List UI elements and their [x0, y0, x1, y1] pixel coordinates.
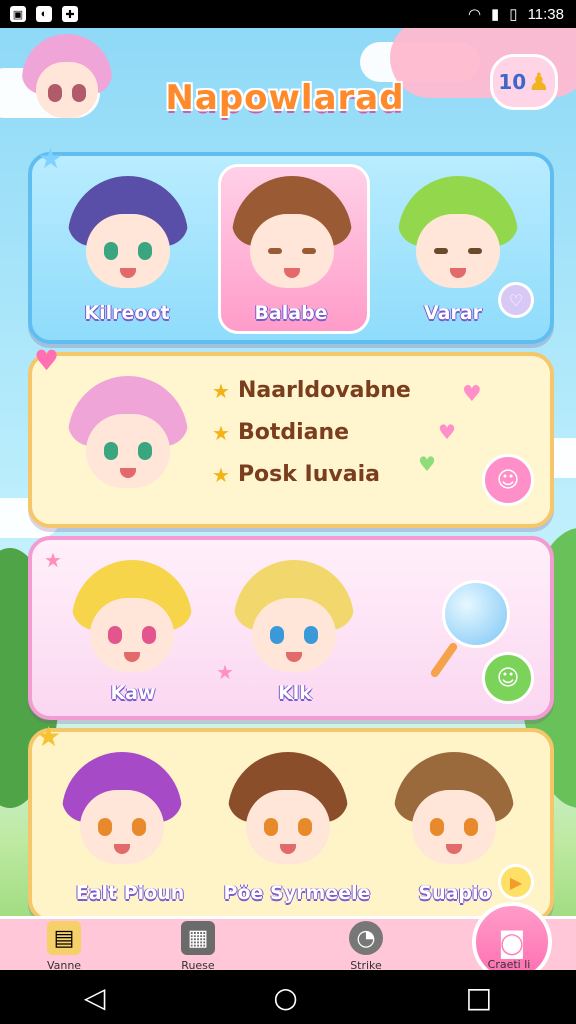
home-icon[interactable]: ○: [273, 981, 297, 1014]
heart-icon: ♥: [438, 420, 456, 444]
gauge-icon: ◔: [349, 921, 383, 955]
character-select-card: Kilreoot Balabe Varar ♡ ★: [28, 142, 554, 344]
next-arrow-button[interactable]: ▶: [498, 864, 534, 900]
mascot-avatar: [22, 34, 112, 124]
character-avatar[interactable]: [398, 176, 518, 296]
star-icon: ★: [36, 720, 62, 753]
heart-icon: ♥: [462, 382, 482, 407]
nav-item-gauge[interactable]: ◔ Strike: [326, 921, 406, 970]
app-notification-icon: ◐: [36, 6, 52, 22]
nav-item-notebook[interactable]: ▤ Vanne: [24, 921, 104, 970]
recents-icon[interactable]: □: [466, 981, 492, 1014]
character-group-card: Ealt Pioun Pöe Syrmeele Suapio ▶ ★: [28, 720, 554, 922]
character-pair-card: Kaw Klk ☺ ★ ★: [28, 536, 554, 720]
character-avatar[interactable]: [68, 176, 188, 296]
system-navigation-bar: ◁ ○ □: [0, 970, 576, 1024]
smile-button[interactable]: ☺: [482, 652, 534, 704]
list-item[interactable]: ★ Posk Iuvaia: [212, 462, 380, 487]
signal-icon: ▮: [491, 6, 500, 23]
heart-icon: ♥: [418, 452, 436, 476]
character-name: Balabe: [254, 302, 328, 324]
star-icon: ★: [44, 548, 62, 572]
image-notification-icon: ▣: [10, 6, 26, 22]
character-avatar[interactable]: [228, 752, 348, 872]
like-button[interactable]: ☺: [482, 454, 534, 506]
heart-icon: ♥: [34, 344, 60, 377]
badge-count: 10: [498, 70, 527, 94]
character-avatar[interactable]: [72, 560, 192, 680]
app-screen: Napowlarad 10 ♟ Kilreoot Balabe Varar ♡ …: [0, 28, 576, 970]
clapper-icon: ▦: [181, 921, 215, 955]
star-icon: ★: [212, 462, 230, 487]
notification-badge[interactable]: 10 ♟: [490, 54, 558, 110]
character-name: Klk: [278, 682, 312, 704]
bell-icon: ♟: [528, 68, 550, 96]
app-title: Napowlarad: [165, 78, 405, 118]
status-time: 11:38: [527, 5, 564, 23]
list-item[interactable]: ★ Naarldovabne: [212, 378, 411, 403]
notebook-icon: ▤: [47, 921, 81, 955]
character-avatar[interactable]: [394, 752, 514, 872]
character-detail-card: ★ Naarldovabne ★ Botdiane ★ Posk Iuvaia …: [28, 344, 554, 528]
character-avatar[interactable]: [62, 752, 182, 872]
battery-icon: ▯: [509, 6, 518, 23]
character-name: Ealt Pioun: [75, 882, 185, 904]
back-icon[interactable]: ◁: [84, 981, 106, 1014]
nav-item-clapper[interactable]: ▦ Ruese: [158, 921, 238, 970]
character-name: Kaw: [110, 682, 156, 704]
character-avatar[interactable]: [234, 560, 354, 680]
character-name: Pöe Syrmeele: [223, 882, 371, 904]
character-avatar[interactable]: [68, 376, 188, 496]
game-notification-icon: ✚: [62, 6, 78, 22]
list-item[interactable]: ★ Botdiane: [212, 420, 349, 445]
fab-label: Craeti li: [487, 958, 531, 970]
wifi-icon: ◠: [467, 6, 482, 23]
star-icon: ★: [212, 378, 230, 403]
character-name: Kilreoot: [84, 302, 170, 324]
star-icon: ★: [216, 660, 234, 684]
character-avatar[interactable]: [232, 176, 352, 296]
status-bar: ▣ ◐ ✚ ◠ ▮ ▯ 11:38: [0, 0, 576, 28]
star-icon: ★: [38, 142, 64, 175]
heart-button[interactable]: ♡: [498, 282, 534, 318]
star-icon: ★: [212, 420, 230, 445]
camera-icon: ◙: [498, 925, 526, 959]
